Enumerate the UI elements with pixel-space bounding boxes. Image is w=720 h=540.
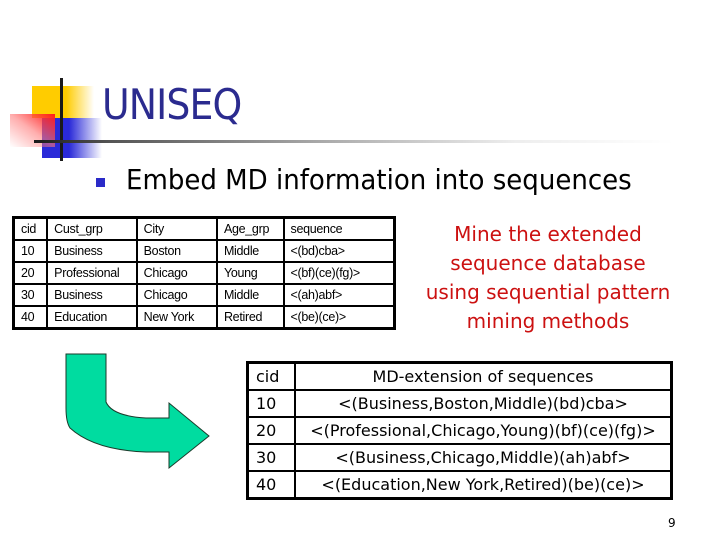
md-extension-table: cid MD-extension of sequences 10 <(Busin… — [246, 361, 673, 500]
table-cell: <(be)(ce)> — [282, 305, 396, 330]
header-cell: City — [135, 216, 218, 241]
side-note: Mine the extended sequence database usin… — [412, 220, 684, 336]
table-cell: 30 — [246, 443, 296, 472]
page-number: 9 — [668, 516, 676, 530]
table-cell: Professional — [46, 261, 138, 285]
table-cell: 40 — [12, 305, 49, 330]
table-row: 10 <(Business,Boston,Middle)(bd)cba> — [246, 389, 673, 418]
table-cell: <(Business,Chicago,Middle)(ah)abf> — [294, 443, 673, 472]
table-row: 20 Professional Chicago Young <(bf)(ce)(… — [12, 261, 396, 285]
header-cell: cid — [246, 361, 296, 391]
table-cell: 10 — [12, 239, 49, 263]
table-cell: Boston — [135, 239, 218, 263]
side-note-line: mining methods — [466, 309, 630, 333]
table-cell: Chicago — [135, 283, 218, 307]
md-sequence-table: cid Cust_grp City Age_grp sequence 10 Bu… — [12, 216, 396, 330]
table-header-row: cid Cust_grp City Age_grp sequence — [12, 216, 396, 241]
table-cell: Middle — [215, 283, 285, 307]
table-cell: Chicago — [135, 261, 218, 285]
table-row: 40 <(Education,New York,Retired)(be)(ce)… — [246, 470, 673, 500]
table-cell: Retired — [215, 305, 285, 330]
table-cell: Middle — [215, 239, 285, 263]
header-cell: sequence — [282, 216, 396, 241]
table-cell: Young — [215, 261, 285, 285]
table-row: 20 <(Professional,Chicago,Young)(bf)(ce)… — [246, 416, 673, 445]
table-row: 30 <(Business,Chicago,Middle)(ah)abf> — [246, 443, 673, 472]
table-cell: <(bd)cba> — [282, 239, 396, 263]
table-row: 30 Business Chicago Middle <(ah)abf> — [12, 283, 396, 307]
table-cell: 20 — [246, 416, 296, 445]
table-cell: 10 — [246, 389, 296, 418]
table-cell: <(bf)(ce)(fg)> — [282, 261, 396, 285]
header-cell: Age_grp — [215, 216, 285, 241]
curved-arrow-shape — [65, 353, 210, 470]
table-cell: 20 — [12, 261, 49, 285]
table-row: 40 Education New York Retired <(be)(ce)> — [12, 305, 396, 330]
title-decoration-vertical-line — [60, 78, 63, 161]
table-cell: Business — [46, 239, 138, 263]
table-cell: New York — [135, 305, 218, 330]
table-cell: Education — [46, 305, 138, 330]
table-cell: 30 — [12, 283, 49, 307]
side-note-line: Mine the extended — [454, 222, 642, 246]
square-bullet-icon — [96, 177, 105, 187]
side-note-line: using sequential pattern — [425, 280, 671, 304]
table-cell: <(Professional,Chicago,Young)(bf)(ce)(fg… — [294, 416, 673, 445]
table-cell: Business — [46, 283, 138, 307]
title-underline — [34, 140, 674, 143]
bullet-item: Embed MD information into sequences — [96, 166, 670, 194]
header-cell: cid — [12, 216, 49, 241]
curved-arrow-icon — [65, 353, 210, 470]
table-cell: <(Business,Boston,Middle)(bd)cba> — [294, 389, 673, 418]
table-header-row: cid MD-extension of sequences — [246, 361, 673, 391]
table-row: 10 Business Boston Middle <(bd)cba> — [12, 239, 396, 263]
side-note-line: sequence database — [450, 251, 646, 275]
table-cell: <(ah)abf> — [282, 283, 396, 307]
bullet-text: Embed MD information into sequences — [126, 163, 632, 196]
header-cell: Cust_grp — [46, 216, 138, 241]
table-cell: 40 — [246, 470, 296, 500]
slide-title: UNISEQ — [102, 80, 242, 129]
table-cell: <(Education,New York,Retired)(be)(ce)> — [294, 470, 673, 500]
header-cell: MD-extension of sequences — [294, 361, 673, 391]
